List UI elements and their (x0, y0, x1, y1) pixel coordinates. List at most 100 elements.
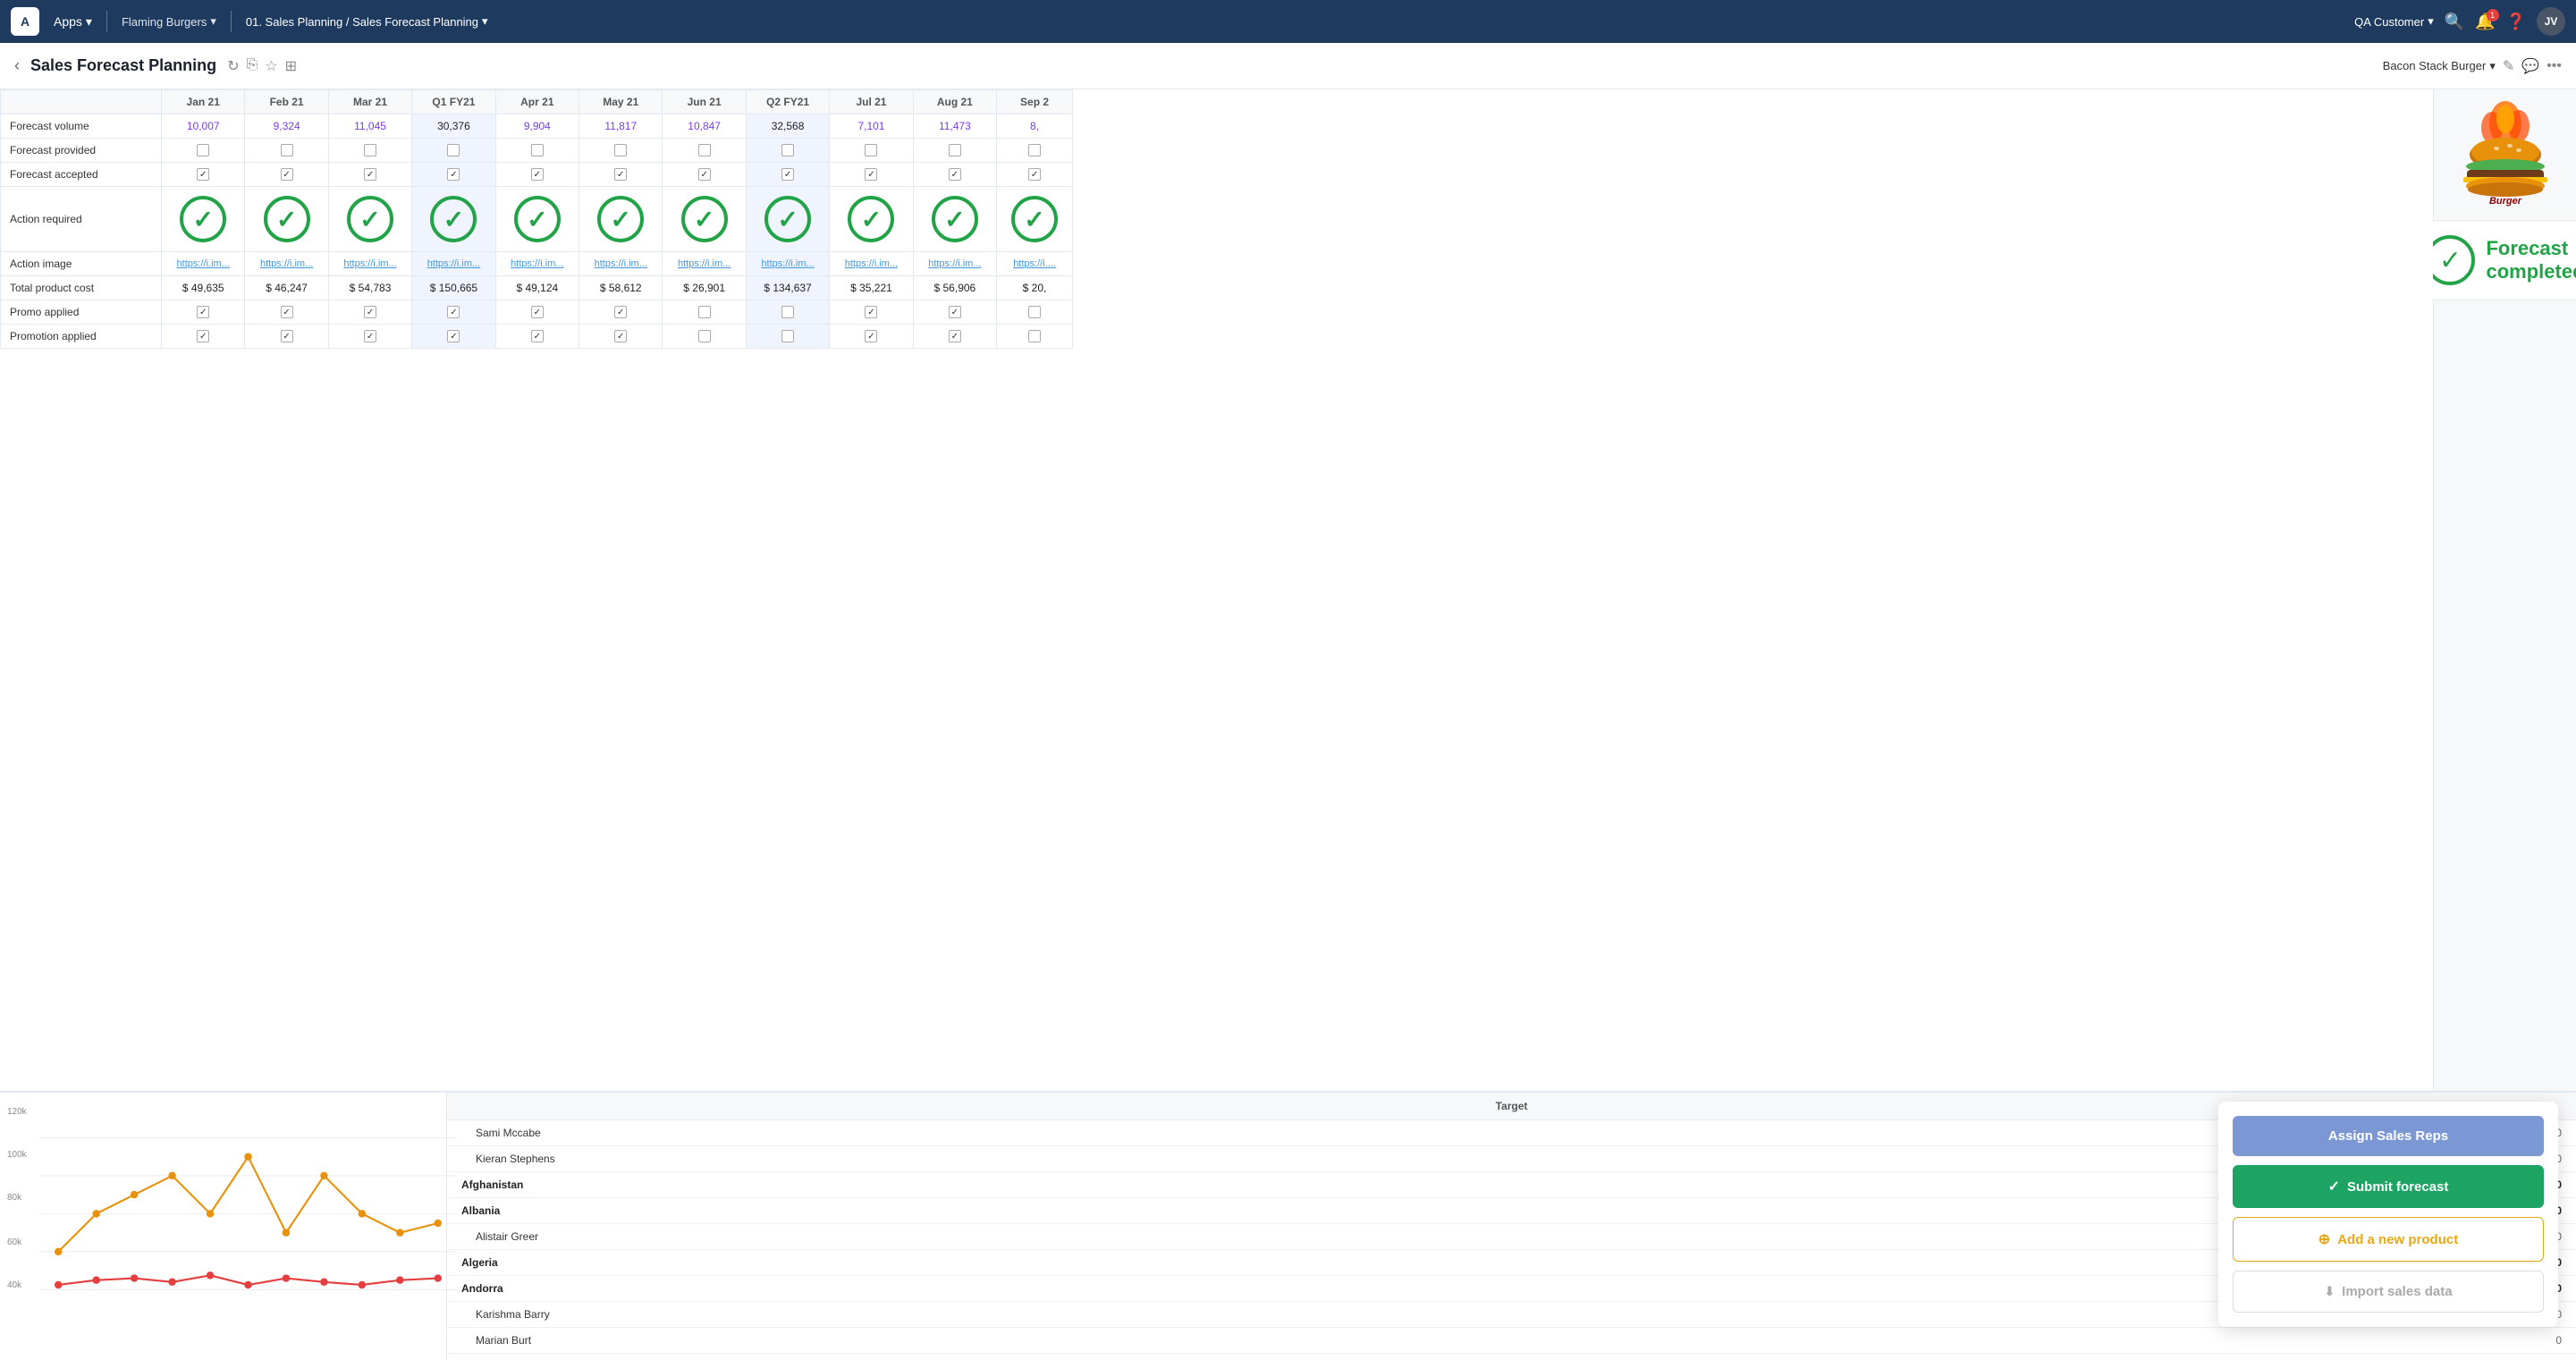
cell-fa-jan[interactable] (162, 163, 245, 187)
checkbox[interactable] (447, 144, 460, 156)
checkbox-checked[interactable] (447, 306, 460, 318)
cell-fa-feb[interactable] (245, 163, 328, 187)
checkbox[interactable] (781, 330, 794, 342)
cell-tc-jan[interactable]: $ 49,635 (162, 276, 245, 300)
checkbox[interactable] (949, 144, 961, 156)
add-product-button[interactable]: ⊕ Add a new product (2233, 1217, 2544, 1262)
checkbox-checked[interactable] (197, 306, 209, 318)
cell-fa-mar[interactable] (328, 163, 411, 187)
checkbox-checked[interactable] (614, 330, 627, 342)
apps-menu[interactable]: Apps ▾ (46, 11, 99, 33)
cell-pra-mar[interactable] (328, 325, 411, 349)
cell-fp-q2[interactable] (746, 139, 829, 163)
cell-pra-q2[interactable] (746, 325, 829, 349)
checkbox[interactable] (865, 144, 877, 156)
cell-pa-mar[interactable] (328, 300, 411, 325)
checkbox-checked[interactable] (281, 168, 293, 181)
cell-pra-aug[interactable] (913, 325, 996, 349)
user-avatar[interactable]: JV (2537, 7, 2565, 36)
cell-fa-aug[interactable] (913, 163, 996, 187)
cell-ai-q2[interactable]: https://i.im... (746, 252, 829, 276)
cell-ai-jul[interactable]: https://i.im... (830, 252, 913, 276)
cell-tc-jun[interactable]: $ 26,901 (663, 276, 746, 300)
checkbox-checked[interactable] (949, 330, 961, 342)
edit-icon[interactable]: ✎ (2503, 57, 2514, 75)
cell-ai-may[interactable]: https://i.im... (579, 252, 663, 276)
cell-fv-apr[interactable]: 9,904 (495, 114, 579, 139)
checkbox-checked[interactable] (531, 168, 544, 181)
checkbox[interactable] (614, 144, 627, 156)
cell-pa-feb[interactable] (245, 300, 328, 325)
breadcrumb-sales-planning[interactable]: 01. Sales Planning / Sales Forecast Plan… (239, 11, 495, 32)
cell-fv-may[interactable]: 11,817 (579, 114, 663, 139)
cell-pra-may[interactable] (579, 325, 663, 349)
cell-pra-apr[interactable] (495, 325, 579, 349)
cell-tc-mar[interactable]: $ 54,783 (328, 276, 411, 300)
cell-pa-sep[interactable] (997, 300, 1073, 325)
import-sales-data-button[interactable]: ⬇ Import sales data (2233, 1271, 2544, 1313)
help-icon[interactable]: ❓ (2506, 13, 2526, 31)
checkbox-checked[interactable] (447, 330, 460, 342)
assign-sales-reps-button[interactable]: Assign Sales Reps (2233, 1116, 2544, 1156)
checkbox-checked[interactable] (364, 330, 376, 342)
cell-fp-sep[interactable] (997, 139, 1073, 163)
checkbox-checked[interactable] (865, 168, 877, 181)
cell-fp-apr[interactable] (495, 139, 579, 163)
cell-pa-may[interactable] (579, 300, 663, 325)
checkbox-checked[interactable] (614, 168, 627, 181)
checkbox[interactable] (1028, 144, 1041, 156)
expand-icon[interactable]: ⊞ (285, 57, 297, 75)
cell-fp-jun[interactable] (663, 139, 746, 163)
cell-fa-jul[interactable] (830, 163, 913, 187)
cell-tc-apr[interactable]: $ 49,124 (495, 276, 579, 300)
checkbox[interactable] (281, 144, 293, 156)
checkbox-checked[interactable] (197, 168, 209, 181)
cell-ai-apr[interactable]: https://i.im... (495, 252, 579, 276)
cell-ai-feb[interactable]: https://i.im... (245, 252, 328, 276)
breadcrumb-flaming-burgers[interactable]: Flaming Burgers ▾ (114, 11, 224, 32)
cell-ai-q1[interactable]: https://i.im... (412, 252, 495, 276)
checkbox[interactable] (698, 330, 711, 342)
cell-fa-apr[interactable] (495, 163, 579, 187)
cell-pa-jul[interactable] (830, 300, 913, 325)
checkbox-checked[interactable] (364, 168, 376, 181)
checkbox-checked[interactable] (614, 306, 627, 318)
comment-icon[interactable]: 💬 (2521, 57, 2539, 75)
cell-fa-q2[interactable] (746, 163, 829, 187)
cell-fp-jan[interactable] (162, 139, 245, 163)
cell-fp-q1[interactable] (412, 139, 495, 163)
refresh-icon[interactable]: ↻ (227, 57, 239, 75)
checkbox-checked[interactable] (865, 306, 877, 318)
cell-pa-aug[interactable] (913, 300, 996, 325)
submit-forecast-button[interactable]: ✓ Submit forecast (2233, 1165, 2544, 1208)
checkbox[interactable] (781, 144, 794, 156)
checkbox[interactable] (364, 144, 376, 156)
checkbox-checked[interactable] (281, 306, 293, 318)
star-icon[interactable]: ☆ (265, 57, 277, 75)
cell-tc-sep[interactable]: $ 20, (997, 276, 1073, 300)
checkbox-checked[interactable] (865, 330, 877, 342)
checkbox[interactable] (698, 306, 711, 318)
checkbox[interactable] (1028, 306, 1041, 318)
cell-pra-jul[interactable] (830, 325, 913, 349)
cell-tc-jul[interactable]: $ 35,221 (830, 276, 913, 300)
cell-fa-sep[interactable] (997, 163, 1073, 187)
cell-fa-q1[interactable] (412, 163, 495, 187)
search-icon[interactable]: 🔍 (2445, 13, 2464, 31)
cell-ai-aug[interactable]: https://i.im... (913, 252, 996, 276)
cell-pa-jan[interactable] (162, 300, 245, 325)
cell-pa-q1[interactable] (412, 300, 495, 325)
cell-fp-jul[interactable] (830, 139, 913, 163)
cell-ai-jun[interactable]: https://i.im... (663, 252, 746, 276)
cell-fv-jun[interactable]: 10,847 (663, 114, 746, 139)
cell-fa-jun[interactable] (663, 163, 746, 187)
cell-fv-jul[interactable]: 7,101 (830, 114, 913, 139)
share-icon[interactable]: ⎘ (246, 57, 258, 75)
checkbox[interactable] (698, 144, 711, 156)
cell-fv-feb[interactable]: 9,324 (245, 114, 328, 139)
cell-tc-may[interactable]: $ 58,612 (579, 276, 663, 300)
checkbox[interactable] (1028, 330, 1041, 342)
cell-pa-jun[interactable] (663, 300, 746, 325)
cell-pra-sep[interactable] (997, 325, 1073, 349)
cell-fp-aug[interactable] (913, 139, 996, 163)
